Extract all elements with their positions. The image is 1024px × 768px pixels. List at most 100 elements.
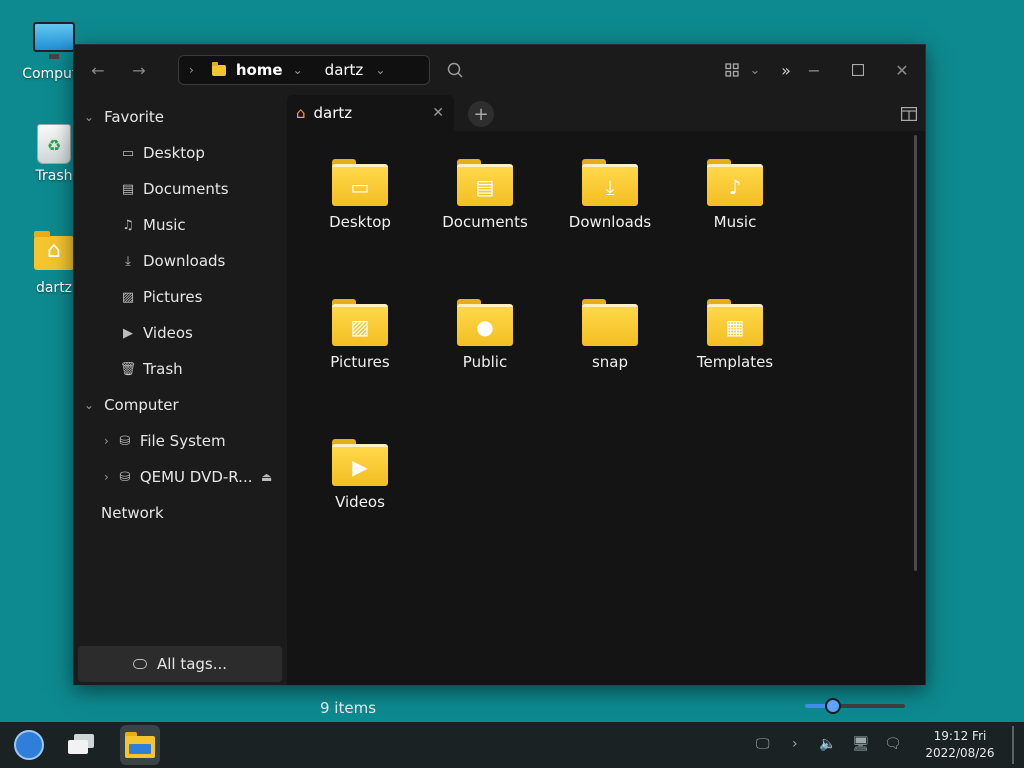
file-item[interactable]: snap	[555, 299, 665, 371]
desktop-icon: ▭	[332, 164, 388, 206]
computer-icon	[33, 22, 75, 59]
chevron-down-icon[interactable]: ⌄	[375, 63, 385, 77]
file-item[interactable]: ⤓ Downloads	[555, 159, 665, 231]
chevron-right-icon[interactable]: ›	[104, 434, 109, 448]
tab-bar: ⌂ dartz ✕ +	[287, 95, 925, 131]
file-item[interactable]: ▨ Pictures	[305, 299, 415, 371]
new-tab-button[interactable]: +	[468, 101, 494, 127]
file-name: Pictures	[330, 353, 390, 371]
file-item[interactable]: ▤ Documents	[430, 159, 540, 231]
sidebar-toggle-button[interactable]	[901, 106, 918, 125]
taskbar-file-manager[interactable]	[120, 725, 160, 765]
path-segment-dartz[interactable]: dartz ⌄	[325, 61, 386, 79]
all-tags-button[interactable]: All tags...	[78, 646, 282, 682]
chevron-down-icon: ⌄	[749, 62, 761, 78]
clock-time: 19:12 Fri	[933, 729, 987, 743]
download-icon: ⤓	[125, 253, 131, 269]
picture-icon: ▨	[332, 304, 388, 346]
close-icon[interactable]: ✕	[432, 105, 444, 121]
file-item[interactable]: ♪ Music	[680, 159, 790, 231]
ukui-logo-icon	[14, 730, 44, 760]
volume-icon[interactable]: 🔈	[819, 736, 836, 752]
search-button[interactable]	[442, 57, 468, 83]
file-view[interactable]: ▭ Desktop ▤ Documents ⤓ Downloads ♪ Musi…	[287, 131, 925, 717]
sidebar-item-pictures[interactable]: ▨ Pictures	[74, 282, 287, 312]
disc-drive-icon: ⛁	[119, 469, 131, 485]
view-options-dropdown[interactable]: ⌄	[742, 57, 768, 83]
show-desktop-button[interactable]	[1012, 726, 1014, 764]
chevron-down-icon[interactable]: ⌄	[84, 110, 94, 124]
file-name: Documents	[442, 213, 528, 231]
start-menu-button[interactable]	[9, 725, 49, 765]
double-chevron-icon: »	[781, 60, 791, 80]
chevron-down-icon[interactable]: ⌄	[84, 398, 94, 412]
chevron-right-icon[interactable]: ›	[189, 63, 194, 77]
item-count: 9 items	[320, 699, 377, 717]
sidebar-header-computer[interactable]: ⌄ Computer	[74, 390, 287, 420]
file-item[interactable]: ● Public	[430, 299, 540, 371]
file-name: Public	[462, 353, 508, 371]
minimize-icon: −	[807, 60, 821, 80]
taskbar: 🖵 › 🔈 🖥 🗨 19:12 Fri 2022/08/26	[0, 722, 1024, 768]
tab-dartz[interactable]: ⌂ dartz ✕	[287, 95, 454, 131]
clock[interactable]: 19:12 Fri 2022/08/26	[922, 728, 998, 762]
eject-icon[interactable]: ⏏	[261, 470, 272, 484]
windows-stack-icon	[66, 734, 96, 756]
grid-icon	[725, 63, 739, 77]
user-icon: ●	[457, 304, 513, 346]
trash-icon: 🗑	[119, 361, 137, 377]
arrow-left-icon: ←	[91, 60, 105, 80]
close-button[interactable]: ✕	[889, 57, 915, 83]
sidebar-item-network[interactable]: Network	[74, 498, 287, 528]
drive-icon: ⛁	[119, 433, 131, 449]
file-name: Templates	[696, 353, 774, 371]
path-bar[interactable]: › home ⌄ dartz ⌄	[178, 55, 430, 85]
path-segment-home[interactable]: home ⌄	[211, 61, 303, 79]
maximize-button[interactable]	[845, 57, 871, 83]
sidebar-item-documents[interactable]: ▤ Documents	[74, 174, 287, 204]
trash-icon	[37, 124, 71, 164]
expand-tray-icon[interactable]: ›	[792, 736, 798, 752]
sidebar-item-file-system[interactable]: › ⛁ File System	[74, 426, 287, 456]
file-item[interactable]: ▭ Desktop	[305, 159, 415, 231]
close-icon: ✕	[895, 60, 909, 80]
scrollbar[interactable]	[914, 135, 917, 571]
sidebar-item-trash[interactable]: 🗑 Trash	[74, 354, 287, 384]
notification-icon[interactable]: 🗨	[884, 736, 902, 752]
video-icon: ▶	[123, 325, 133, 341]
sidebar-item-downloads[interactable]: ⤓ Downloads	[74, 246, 287, 276]
file-name: snap	[591, 353, 629, 371]
template-icon: ▦	[707, 304, 763, 346]
sidebar-item-dvd[interactable]: › ⛁ QEMU DVD-R... ⏏	[74, 462, 287, 492]
file-item[interactable]: ▶ Videos	[305, 439, 415, 511]
maximize-icon	[852, 64, 864, 76]
side-panel-icon	[901, 107, 918, 122]
zoom-slider-handle[interactable]	[825, 698, 841, 714]
back-button[interactable]: ←	[85, 57, 111, 83]
play-icon: ▶	[332, 444, 388, 486]
arrow-right-icon: →	[132, 60, 146, 80]
path-segment-label: home	[235, 61, 283, 79]
file-manager-icon	[125, 732, 155, 758]
zoom-slider[interactable]	[805, 698, 905, 714]
display-icon[interactable]: 🖥	[852, 736, 870, 752]
file-item[interactable]: ▦ Templates	[680, 299, 790, 371]
sidebar-header-favorite[interactable]: ⌄ Favorite	[74, 102, 287, 132]
multitask-view-button[interactable]	[61, 725, 101, 765]
document-icon: ▤	[121, 181, 135, 197]
home-folder-icon	[34, 231, 74, 270]
chevron-right-icon[interactable]: ›	[104, 470, 109, 484]
network-tray-icon[interactable]: 🖵	[756, 736, 770, 752]
music-icon: ♫	[122, 217, 134, 233]
sidebar-item-videos[interactable]: ▶ Videos	[74, 318, 287, 348]
search-icon	[447, 62, 463, 78]
more-button[interactable]: »	[773, 57, 799, 83]
minimize-button[interactable]: −	[801, 57, 827, 83]
sidebar: ⌄ Favorite ▭ Desktop ▤ Documents ♫ Music ⤓ D…	[74, 95, 287, 685]
picture-icon: ▨	[121, 289, 135, 305]
forward-button[interactable]: →	[126, 57, 152, 83]
sidebar-item-desktop[interactable]: ▭ Desktop	[74, 138, 287, 168]
tag-icon	[132, 659, 147, 669]
chevron-down-icon[interactable]: ⌄	[293, 63, 303, 77]
sidebar-item-music[interactable]: ♫ Music	[74, 210, 287, 240]
